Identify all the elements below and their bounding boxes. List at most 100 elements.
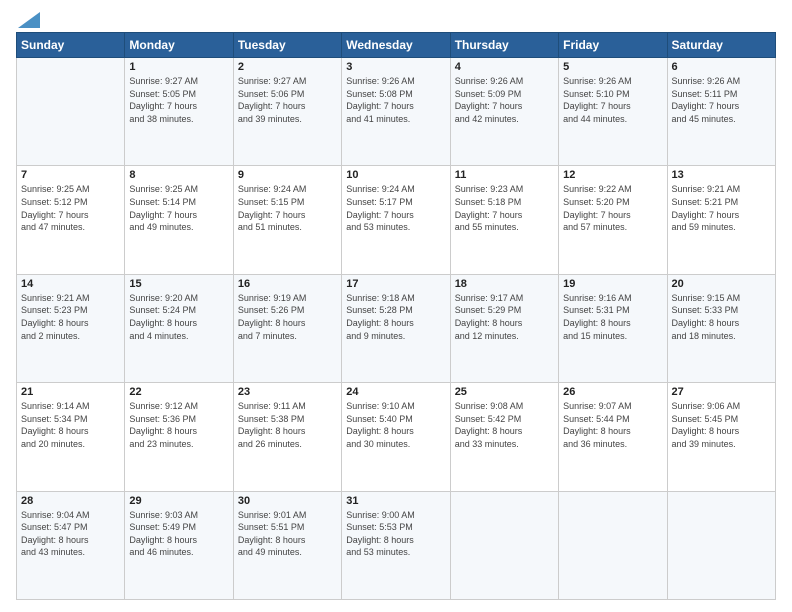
calendar-header-monday: Monday [125,33,233,58]
calendar-cell: 7 Sunrise: 9:25 AM Sunset: 5:12 PM Daylig… [17,166,125,274]
day-info: Sunrise: 9:06 AM Sunset: 5:45 PM Dayligh… [672,400,771,450]
calendar-cell [667,491,775,599]
calendar-header-friday: Friday [559,33,667,58]
calendar-header-row: SundayMondayTuesdayWednesdayThursdayFrid… [17,33,776,58]
day-number: 31 [346,495,445,507]
day-number: 23 [238,386,337,398]
day-number: 7 [21,169,120,181]
day-info: Sunrise: 9:24 AM Sunset: 5:15 PM Dayligh… [238,183,337,233]
calendar-cell: 30 Sunrise: 9:01 AM Sunset: 5:51 PM Dayli… [233,491,341,599]
day-number: 21 [21,386,120,398]
day-number: 17 [346,278,445,290]
calendar-week-5: 28 Sunrise: 9:04 AM Sunset: 5:47 PM Dayli… [17,491,776,599]
day-number: 24 [346,386,445,398]
page-header [16,12,776,24]
day-info: Sunrise: 9:15 AM Sunset: 5:33 PM Dayligh… [672,292,771,342]
logo-icon [18,12,40,28]
day-info: Sunrise: 9:26 AM Sunset: 5:08 PM Dayligh… [346,75,445,125]
day-info: Sunrise: 9:16 AM Sunset: 5:31 PM Dayligh… [563,292,662,342]
day-info: Sunrise: 9:12 AM Sunset: 5:36 PM Dayligh… [129,400,228,450]
day-number: 13 [672,169,771,181]
day-info: Sunrise: 9:04 AM Sunset: 5:47 PM Dayligh… [21,509,120,559]
day-info: Sunrise: 9:11 AM Sunset: 5:38 PM Dayligh… [238,400,337,450]
calendar-cell: 26 Sunrise: 9:07 AM Sunset: 5:44 PM Dayli… [559,383,667,491]
day-number: 10 [346,169,445,181]
calendar-cell: 19 Sunrise: 9:16 AM Sunset: 5:31 PM Dayli… [559,274,667,382]
day-info: Sunrise: 9:26 AM Sunset: 5:11 PM Dayligh… [672,75,771,125]
day-info: Sunrise: 9:18 AM Sunset: 5:28 PM Dayligh… [346,292,445,342]
day-info: Sunrise: 9:26 AM Sunset: 5:09 PM Dayligh… [455,75,554,125]
calendar-cell: 23 Sunrise: 9:11 AM Sunset: 5:38 PM Dayli… [233,383,341,491]
calendar-cell: 20 Sunrise: 9:15 AM Sunset: 5:33 PM Dayli… [667,274,775,382]
day-info: Sunrise: 9:22 AM Sunset: 5:20 PM Dayligh… [563,183,662,233]
calendar-cell: 21 Sunrise: 9:14 AM Sunset: 5:34 PM Dayli… [17,383,125,491]
calendar-header-sunday: Sunday [17,33,125,58]
day-number: 9 [238,169,337,181]
calendar-cell: 24Sunrise: 9:10 AM Sunset: 5:40 PM Dayli… [342,383,450,491]
day-number: 15 [129,278,228,290]
day-info: Sunrise: 9:00 AM Sunset: 5:53 PM Dayligh… [346,509,445,559]
day-number: 11 [455,169,554,181]
calendar-cell: 5Sunrise: 9:26 AM Sunset: 5:10 PM Daylig… [559,58,667,166]
calendar-cell: 2Sunrise: 9:27 AM Sunset: 5:06 PM Daylig… [233,58,341,166]
calendar-week-2: 7 Sunrise: 9:25 AM Sunset: 5:12 PM Daylig… [17,166,776,274]
day-number: 18 [455,278,554,290]
day-number: 14 [21,278,120,290]
day-info: Sunrise: 9:17 AM Sunset: 5:29 PM Dayligh… [455,292,554,342]
day-info: Sunrise: 9:21 AM Sunset: 5:21 PM Dayligh… [672,183,771,233]
day-info: Sunrise: 9:19 AM Sunset: 5:26 PM Dayligh… [238,292,337,342]
day-info: Sunrise: 9:23 AM Sunset: 5:18 PM Dayligh… [455,183,554,233]
day-number: 20 [672,278,771,290]
calendar-page: SundayMondayTuesdayWednesdayThursdayFrid… [0,0,792,612]
day-number: 29 [129,495,228,507]
calendar-cell: 27 Sunrise: 9:06 AM Sunset: 5:45 PM Dayli… [667,383,775,491]
day-number: 30 [238,495,337,507]
calendar-cell: 3 Sunrise: 9:26 AM Sunset: 5:08 PM Daylig… [342,58,450,166]
calendar-header-wednesday: Wednesday [342,33,450,58]
day-number: 27 [672,386,771,398]
calendar-cell: 13 Sunrise: 9:21 AM Sunset: 5:21 PM Dayli… [667,166,775,274]
calendar-cell: 17 Sunrise: 9:18 AM Sunset: 5:28 PM Dayli… [342,274,450,382]
day-number: 12 [563,169,662,181]
calendar-header-tuesday: Tuesday [233,33,341,58]
day-info: Sunrise: 9:27 AM Sunset: 5:05 PM Dayligh… [129,75,228,125]
day-number: 22 [129,386,228,398]
day-number: 1 [129,61,228,73]
calendar-cell: 8 Sunrise: 9:25 AM Sunset: 5:14 PM Daylig… [125,166,233,274]
calendar-header-thursday: Thursday [450,33,558,58]
calendar-cell: 15 Sunrise: 9:20 AM Sunset: 5:24 PM Dayli… [125,274,233,382]
calendar-cell: 9 Sunrise: 9:24 AM Sunset: 5:15 PM Daylig… [233,166,341,274]
calendar-cell: 25Sunrise: 9:08 AM Sunset: 5:42 PM Dayli… [450,383,558,491]
day-info: Sunrise: 9:08 AM Sunset: 5:42 PM Dayligh… [455,400,554,450]
calendar-cell: 6Sunrise: 9:26 AM Sunset: 5:11 PM Daylig… [667,58,775,166]
day-info: Sunrise: 9:03 AM Sunset: 5:49 PM Dayligh… [129,509,228,559]
day-info: Sunrise: 9:07 AM Sunset: 5:44 PM Dayligh… [563,400,662,450]
day-number: 4 [455,61,554,73]
day-info: Sunrise: 9:26 AM Sunset: 5:10 PM Dayligh… [563,75,662,125]
calendar-week-4: 21 Sunrise: 9:14 AM Sunset: 5:34 PM Dayli… [17,383,776,491]
day-info: Sunrise: 9:01 AM Sunset: 5:51 PM Dayligh… [238,509,337,559]
day-number: 28 [21,495,120,507]
calendar-cell: 10 Sunrise: 9:24 AM Sunset: 5:17 PM Dayli… [342,166,450,274]
calendar-table: SundayMondayTuesdayWednesdayThursdayFrid… [16,32,776,600]
day-number: 26 [563,386,662,398]
day-number: 2 [238,61,337,73]
calendar-cell: 14 Sunrise: 9:21 AM Sunset: 5:23 PM Dayli… [17,274,125,382]
calendar-cell [559,491,667,599]
calendar-cell: 11 Sunrise: 9:23 AM Sunset: 5:18 PM Dayli… [450,166,558,274]
day-info: Sunrise: 9:25 AM Sunset: 5:12 PM Dayligh… [21,183,120,233]
day-info: Sunrise: 9:24 AM Sunset: 5:17 PM Dayligh… [346,183,445,233]
calendar-cell: 1 Sunrise: 9:27 AM Sunset: 5:05 PM Daylig… [125,58,233,166]
logo [16,12,40,24]
day-info: Sunrise: 9:14 AM Sunset: 5:34 PM Dayligh… [21,400,120,450]
day-info: Sunrise: 9:20 AM Sunset: 5:24 PM Dayligh… [129,292,228,342]
day-number: 3 [346,61,445,73]
day-info: Sunrise: 9:21 AM Sunset: 5:23 PM Dayligh… [21,292,120,342]
day-number: 8 [129,169,228,181]
day-number: 16 [238,278,337,290]
calendar-cell: 18 Sunrise: 9:17 AM Sunset: 5:29 PM Dayli… [450,274,558,382]
calendar-week-1: 1 Sunrise: 9:27 AM Sunset: 5:05 PM Daylig… [17,58,776,166]
calendar-cell: 28 Sunrise: 9:04 AM Sunset: 5:47 PM Dayli… [17,491,125,599]
day-number: 19 [563,278,662,290]
day-info: Sunrise: 9:25 AM Sunset: 5:14 PM Dayligh… [129,183,228,233]
